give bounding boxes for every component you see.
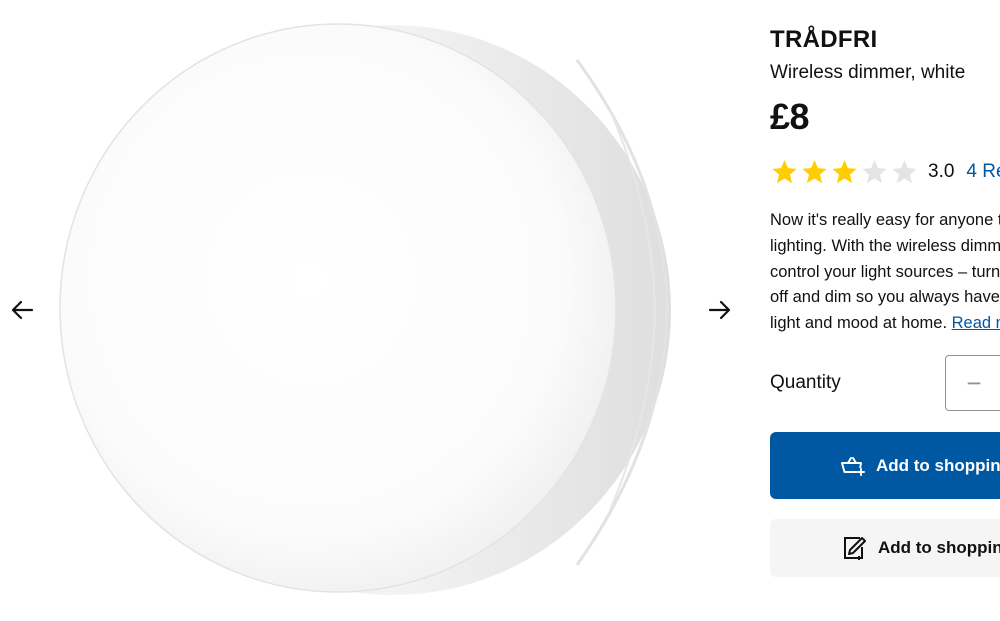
product-image bbox=[59, 23, 671, 595]
star-rating bbox=[770, 158, 919, 186]
star-filled-icon bbox=[802, 160, 827, 184]
list-edit-icon bbox=[842, 535, 868, 561]
summary-line: Now it's really easy for anyone to bbox=[770, 211, 1000, 229]
shopping-bag-add-icon bbox=[840, 455, 866, 477]
product-summary: Now it's really easy for anyone to light… bbox=[770, 208, 1000, 337]
arrow-left-icon bbox=[11, 300, 34, 320]
summary-line-last: light and mood at home. Read more bbox=[770, 311, 1000, 337]
rating-value: 3.0 bbox=[928, 161, 955, 182]
reviews-link[interactable]: 4 Reviews bbox=[966, 161, 1000, 183]
summary-line: off and dim so you always have bbox=[770, 288, 1000, 307]
product-description: Wireless dimmer, white bbox=[770, 62, 966, 83]
star-filled-icon bbox=[772, 160, 797, 184]
add-to-list-label: Add to shopping list bbox=[878, 538, 1000, 557]
star-empty-icon bbox=[862, 160, 887, 184]
quantity-stepper[interactable]: − bbox=[945, 355, 1000, 411]
summary-line-text: light and mood at home. bbox=[770, 314, 952, 333]
summary-line: lighting. With the wireless dimmer bbox=[770, 236, 1000, 255]
add-to-list-button[interactable]: Add to shopping list bbox=[770, 519, 1000, 577]
gallery-prev-button[interactable] bbox=[2, 290, 42, 330]
gallery-next-button[interactable] bbox=[700, 290, 740, 330]
summary-line: control your light sources – turn bbox=[770, 262, 1000, 281]
product-rating[interactable]: 3.0 4 Reviews bbox=[770, 158, 1000, 186]
arrow-right-icon bbox=[708, 300, 731, 320]
add-to-cart-label: Add to shopping bag bbox=[876, 455, 1000, 475]
product-gallery bbox=[0, 0, 745, 621]
product-name: TRÅDFRI bbox=[770, 26, 878, 53]
add-to-cart-button[interactable]: Add to shopping bag bbox=[770, 432, 1000, 499]
quantity-decrease-button[interactable]: − bbox=[946, 356, 1000, 410]
star-filled-icon bbox=[832, 160, 857, 184]
product-info-panel: TRÅDFRI Wireless dimmer, white £8 3.0 4 … bbox=[770, 0, 1000, 621]
star-empty-icon bbox=[892, 160, 917, 184]
read-more-link[interactable]: Read more bbox=[952, 314, 1000, 332]
product-price: £8 bbox=[770, 96, 810, 137]
quantity-label: Quantity bbox=[770, 372, 841, 393]
